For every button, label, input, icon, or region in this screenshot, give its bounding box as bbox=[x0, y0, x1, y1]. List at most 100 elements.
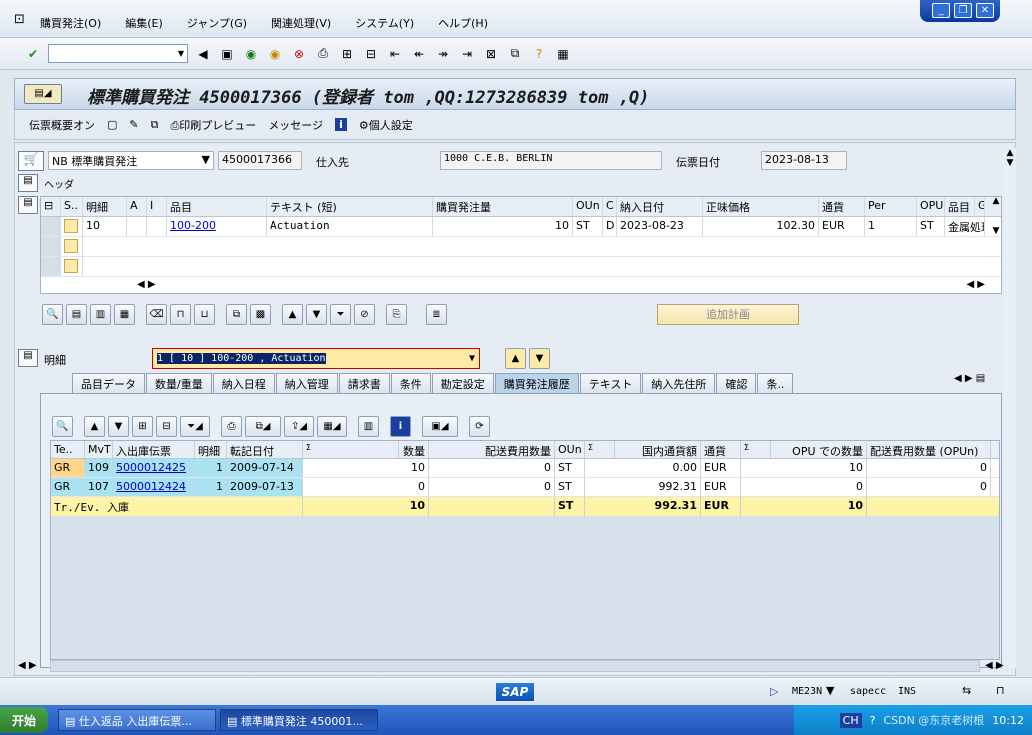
tab-texts[interactable]: テキスト bbox=[579, 373, 642, 393]
tab-conditions[interactable]: 条件 bbox=[390, 373, 431, 393]
delete-item-icon[interactable]: ⌫ bbox=[146, 304, 167, 325]
edit-pencil-icon[interactable]: ✎ bbox=[129, 118, 138, 131]
language-indicator[interactable]: CH bbox=[839, 712, 862, 728]
print-icon[interactable]: ⎙ bbox=[221, 416, 242, 437]
taskbar-item-returns[interactable]: ▤ 仕入返品 入出庫伝票... bbox=[58, 709, 216, 731]
cell-qty[interactable]: 10 bbox=[303, 459, 429, 477]
input-mode[interactable]: INS bbox=[898, 686, 916, 697]
minimize-icon[interactable]: _ bbox=[932, 3, 950, 18]
cell-oun[interactable]: ST bbox=[555, 478, 585, 496]
cell-c[interactable]: D bbox=[603, 217, 617, 236]
sort-ascending-icon[interactable]: ▲ bbox=[282, 304, 303, 325]
col-gr[interactable]: Gr bbox=[975, 197, 985, 216]
add-item-icon[interactable]: ▦ bbox=[114, 304, 135, 325]
tab-po-history[interactable]: 購買発注履歴 bbox=[494, 373, 579, 393]
col-material[interactable]: 品目 bbox=[167, 197, 267, 216]
window-menu-icon[interactable]: ⊡ bbox=[14, 12, 25, 27]
col-per[interactable]: Per bbox=[865, 197, 917, 216]
col-posting-date[interactable]: 転記日付 bbox=[227, 441, 303, 458]
col-delivery-date[interactable]: 納入日付 bbox=[617, 197, 703, 216]
col-material-group[interactable]: 品目 bbox=[945, 197, 975, 216]
col-trans-type[interactable]: Te.. bbox=[51, 441, 85, 458]
taskbar-item-po[interactable]: ▤ 標準購買発注 450001... bbox=[220, 709, 378, 731]
item-detail-collapse-icon[interactable]: ▤ bbox=[18, 349, 38, 367]
menu-system[interactable]: システム(Y) bbox=[355, 15, 414, 31]
cell-movement-type[interactable]: 107 bbox=[85, 478, 113, 496]
col-itemcat[interactable]: I bbox=[147, 197, 167, 216]
cancel-icon[interactable]: ⊗ bbox=[290, 45, 308, 63]
layout-menu-icon[interactable]: ▦ bbox=[554, 45, 572, 63]
col-opu-qty[interactable]: OPU での数量 bbox=[771, 441, 867, 458]
col-short-text[interactable]: テキスト (短) bbox=[267, 197, 433, 216]
tab-confirmations[interactable]: 確認 bbox=[716, 373, 757, 393]
cell-per[interactable]: 1 bbox=[865, 217, 917, 236]
material-doc-link[interactable]: 5000012424 bbox=[116, 480, 186, 493]
cell-opu-qty[interactable]: 0 bbox=[741, 478, 867, 496]
cell-delivery-date[interactable]: 2023-08-23 bbox=[617, 217, 703, 236]
cell-delcost-opun[interactable]: 0 bbox=[867, 478, 991, 496]
cell-oun[interactable]: ST bbox=[573, 217, 603, 236]
tab-delivery[interactable]: 納入管理 bbox=[275, 373, 338, 393]
cell-posting-date[interactable]: 2009-07-14 bbox=[227, 459, 303, 477]
find-next-icon[interactable]: ⊟ bbox=[156, 416, 177, 437]
cell-item[interactable]: 1 bbox=[195, 459, 227, 477]
start-button[interactable]: 开始 bbox=[0, 707, 48, 733]
transaction-menu-icon[interactable]: ▤◢ bbox=[24, 84, 62, 104]
cell-delcost-opun[interactable]: 0 bbox=[867, 459, 991, 477]
select-all-icon[interactable]: ⊟ bbox=[41, 197, 61, 216]
col-item[interactable]: 明細 bbox=[195, 441, 227, 458]
col-po-qty[interactable]: 購買発注量 bbox=[433, 197, 573, 216]
clipboard-icon[interactable]: ⎘ bbox=[386, 304, 407, 325]
main-vscroll[interactable]: ▲ ▼ bbox=[1004, 148, 1016, 668]
menu-purchase-order[interactable]: 購買発注(O) bbox=[40, 15, 101, 31]
add-plan-button[interactable]: 追加計画 bbox=[657, 304, 799, 325]
refresh-icon[interactable]: ⟳ bbox=[469, 416, 490, 437]
row-status-cell[interactable] bbox=[61, 237, 83, 256]
graphic-icon[interactable]: ▥ bbox=[358, 416, 379, 437]
cell-short-text[interactable]: Actuation bbox=[267, 217, 433, 236]
col-c[interactable]: C bbox=[603, 197, 617, 216]
cart-icon[interactable]: 🛒 bbox=[18, 151, 44, 171]
tab-quantities-weights[interactable]: 数量/重量 bbox=[146, 373, 212, 393]
collapse-arrow-icon[interactable]: ◀ bbox=[194, 45, 212, 63]
cell-material[interactable]: 100-200 bbox=[167, 217, 267, 236]
row-selector[interactable] bbox=[41, 237, 61, 256]
cell-delcost-qty[interactable]: 0 bbox=[429, 459, 555, 477]
cell-oun[interactable]: ST bbox=[555, 459, 585, 477]
row-selector[interactable] bbox=[41, 217, 61, 236]
table-row[interactable]: GR 109 5000012425 1 2009-07-14 10 0 ST 0… bbox=[51, 459, 999, 478]
save-icon[interactable]: ▣ bbox=[218, 45, 236, 63]
cell-material-doc[interactable]: 5000012425 bbox=[113, 459, 195, 477]
col-item[interactable]: 明細 bbox=[83, 197, 127, 216]
print-preview-button[interactable]: ⎙印刷プレビュー bbox=[170, 117, 256, 133]
other-document-icon[interactable]: ⧉ bbox=[151, 118, 159, 132]
document-icon[interactable]: ≣ bbox=[426, 304, 447, 325]
col-status[interactable]: S.. bbox=[61, 197, 83, 216]
tcode-dropdown-icon[interactable]: ▼ bbox=[826, 684, 834, 697]
cell-item[interactable]: 10 bbox=[83, 217, 127, 236]
menu-help[interactable]: ヘルプ(H) bbox=[438, 15, 488, 31]
sort-descending-icon[interactable]: ▼ bbox=[108, 416, 129, 437]
panel-hscrollbar[interactable] bbox=[50, 660, 980, 672]
tab-invoice[interactable]: 請求書 bbox=[338, 373, 390, 393]
restore-icon[interactable]: ❐ bbox=[954, 3, 972, 18]
enter-check-icon[interactable]: ✔ bbox=[24, 45, 42, 63]
col-oun[interactable]: OUn bbox=[555, 441, 585, 458]
cell-delcost-qty[interactable]: 0 bbox=[429, 478, 555, 496]
previous-item-icon[interactable]: ▲ bbox=[505, 348, 526, 369]
prev-page-icon[interactable]: ↞ bbox=[410, 45, 428, 63]
col-oun[interactable]: OUn bbox=[573, 197, 603, 216]
back-icon[interactable]: ◉ bbox=[242, 45, 260, 63]
help-icon[interactable]: ? bbox=[530, 45, 548, 63]
cell-currency[interactable]: EUR bbox=[701, 478, 741, 496]
command-field[interactable]: ▼ bbox=[48, 44, 188, 63]
messages-button[interactable]: メッセージ bbox=[268, 117, 323, 133]
col-delcost-qty[interactable]: 配送費用数量 bbox=[429, 441, 555, 458]
print-icon[interactable]: ⎙ bbox=[314, 45, 332, 63]
filter-delete-icon[interactable]: ⊘ bbox=[354, 304, 375, 325]
cell-currency[interactable]: EUR bbox=[819, 217, 865, 236]
filter-menu-icon[interactable]: ⏷◢ bbox=[180, 416, 210, 437]
row-status-cell[interactable] bbox=[61, 257, 83, 276]
cell-material-group[interactable]: 金属処理 bbox=[945, 217, 985, 236]
cell-acct[interactable] bbox=[127, 217, 147, 236]
